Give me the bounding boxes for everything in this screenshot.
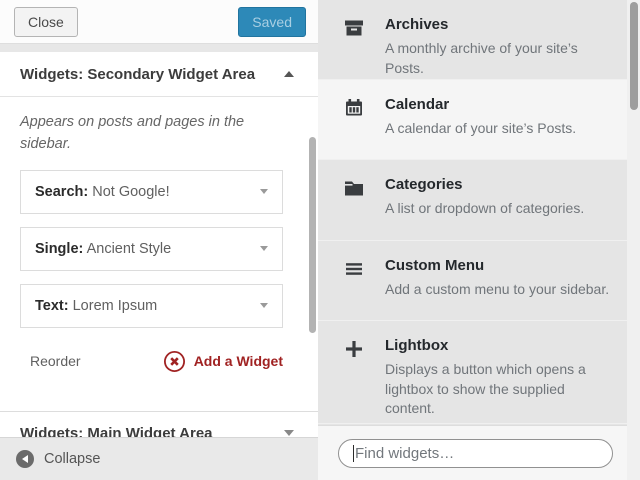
- widget-search-bar: [318, 425, 627, 480]
- customizer-widgets-screen: Close Saved Widgets: Secondary Widget Ar…: [0, 0, 640, 480]
- search-pill: [338, 439, 613, 468]
- divider: [0, 44, 318, 52]
- available-widget-archives[interactable]: Archives A monthly archive of your site’…: [318, 0, 627, 80]
- calendar-icon: [343, 97, 365, 119]
- available-widgets-panel: Archives A monthly archive of your site’…: [318, 0, 640, 480]
- widget-text: Archives A monthly archive of your site’…: [385, 16, 612, 79]
- collapse-arrow-icon: [16, 450, 34, 468]
- customizer-sidebar: Close Saved Widgets: Secondary Widget Ar…: [0, 0, 318, 480]
- widget-type-label: Single:: [35, 241, 83, 257]
- available-widget-calendar[interactable]: Calendar A calendar of your site’s Posts…: [318, 80, 627, 160]
- customizer-top-bar: Close Saved: [0, 0, 318, 44]
- widget-title: Text: Lorem Ipsum: [35, 298, 157, 314]
- section-title: Widgets: Secondary Widget Area: [20, 66, 255, 83]
- find-widgets-input[interactable]: [338, 439, 613, 468]
- section-content: Appears on posts and pages in the sideba…: [0, 97, 318, 411]
- widget-description: A calendar of your site’s Posts.: [385, 119, 576, 139]
- close-button[interactable]: Close: [14, 7, 78, 37]
- widget-actions-row: Reorder Add a Widget: [20, 350, 283, 373]
- widget-description: A list or dropdown of categories.: [385, 199, 584, 219]
- archive-icon: [343, 17, 365, 39]
- widget-description: Add a custom menu to your sidebar.: [385, 280, 609, 300]
- plus-icon: [343, 338, 365, 360]
- widget-title: Custom Menu: [385, 257, 609, 274]
- widget-title: Archives: [385, 16, 612, 33]
- widgets-scrollbar[interactable]: [630, 2, 638, 110]
- chevron-down-icon: [284, 430, 294, 436]
- widget-type-label: Text:: [35, 298, 69, 314]
- menu-icon: [343, 258, 365, 280]
- widget-title: Categories: [385, 176, 584, 193]
- sidebar-description: Appears on posts and pages in the sideba…: [20, 112, 283, 156]
- add-widget-label: Add a Widget: [194, 353, 283, 369]
- collapse-label: Collapse: [44, 451, 100, 467]
- chevron-up-icon: [284, 71, 294, 77]
- sidebar-scrollbar[interactable]: [309, 137, 316, 333]
- widget-type-label: Search:: [35, 184, 88, 200]
- widget-text: Categories A list or dropdown of categor…: [385, 176, 584, 240]
- widget-instance-label: Ancient Style: [87, 241, 172, 257]
- available-widget-categories[interactable]: Categories A list or dropdown of categor…: [318, 160, 627, 241]
- widget-title: Search: Not Google!: [35, 184, 170, 200]
- widget-description: A monthly archive of your site’s Posts.: [385, 39, 612, 78]
- section-secondary-widget-area[interactable]: Widgets: Secondary Widget Area: [0, 52, 318, 97]
- widget-title: Single: Ancient Style: [35, 241, 171, 257]
- widget-single[interactable]: Single: Ancient Style: [20, 227, 283, 271]
- chevron-down-icon: [260, 189, 268, 194]
- widget-instance-label: Lorem Ipsum: [73, 298, 158, 314]
- collapse-sidebar-button[interactable]: Collapse: [0, 437, 318, 480]
- widget-description: Displays a button which opens a lightbox…: [385, 360, 612, 419]
- widgets-scroll-track[interactable]: [627, 0, 640, 480]
- chevron-down-icon: [260, 246, 268, 251]
- widget-text[interactable]: Text: Lorem Ipsum: [20, 284, 283, 328]
- close-circle-icon: [163, 350, 186, 373]
- widget-instance-label: Not Google!: [92, 184, 169, 200]
- widget-title: Calendar: [385, 96, 576, 113]
- widget-text: Lightbox Displays a button which opens a…: [385, 337, 612, 423]
- widget-search[interactable]: Search: Not Google!: [20, 170, 283, 214]
- widget-text: Custom Menu Add a custom menu to your si…: [385, 257, 609, 320]
- available-widget-lightbox[interactable]: Lightbox Displays a button which opens a…: [318, 321, 627, 424]
- reorder-button[interactable]: Reorder: [30, 353, 81, 369]
- widget-title: Lightbox: [385, 337, 612, 354]
- available-widget-custom-menu[interactable]: Custom Menu Add a custom menu to your si…: [318, 241, 627, 321]
- saved-button[interactable]: Saved: [238, 7, 306, 37]
- text-caret: [353, 445, 354, 462]
- chevron-down-icon: [260, 303, 268, 308]
- available-widgets-list: Archives A monthly archive of your site’…: [318, 0, 627, 424]
- folder-icon: [343, 177, 365, 199]
- widget-text: Calendar A calendar of your site’s Posts…: [385, 96, 576, 159]
- add-widget-button[interactable]: Add a Widget: [163, 350, 283, 373]
